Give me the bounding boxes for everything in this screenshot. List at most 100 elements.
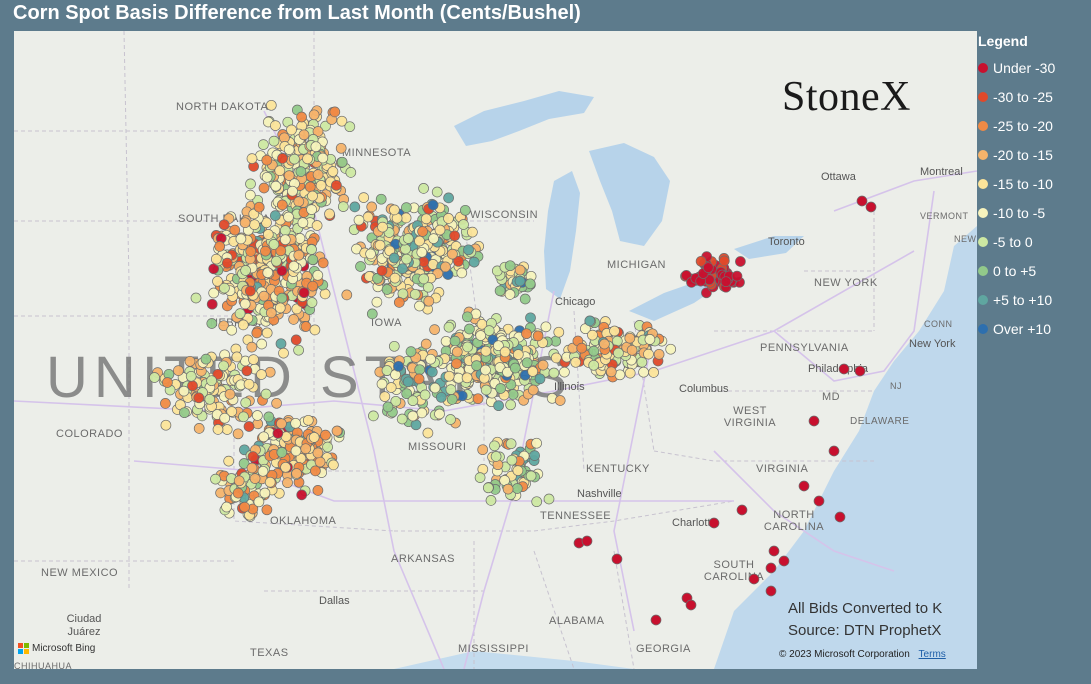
bid-marker[interactable]	[261, 171, 273, 183]
bid-marker[interactable]	[218, 360, 229, 372]
bid-marker[interactable]	[480, 345, 492, 357]
bid-marker[interactable]	[258, 139, 269, 150]
bid-marker[interactable]	[322, 441, 333, 453]
bid-marker[interactable]	[261, 504, 273, 516]
bid-marker[interactable]	[276, 199, 288, 211]
legend-item[interactable]: -25 to -20	[978, 111, 1088, 140]
bid-marker[interactable]	[244, 189, 256, 201]
bid-marker[interactable]	[231, 351, 243, 363]
bid-marker[interactable]	[416, 246, 428, 258]
bid-marker[interactable]	[221, 257, 233, 269]
bid-marker[interactable]	[210, 253, 222, 265]
bid-marker[interactable]	[402, 376, 414, 388]
bid-marker[interactable]	[420, 213, 432, 225]
bid-marker[interactable]	[429, 324, 440, 335]
bid-marker[interactable]	[519, 293, 531, 305]
bid-marker[interactable]	[290, 445, 302, 457]
bid-marker[interactable]	[247, 451, 259, 462]
bid-marker[interactable]	[636, 356, 648, 368]
legend-item[interactable]: -15 to -10	[978, 169, 1088, 198]
bid-marker[interactable]	[521, 357, 533, 369]
bid-marker[interactable]	[277, 153, 288, 164]
bid-marker[interactable]	[315, 180, 327, 191]
bid-marker[interactable]	[531, 437, 542, 449]
bid-marker[interactable]	[736, 504, 748, 516]
bid-marker[interactable]	[249, 473, 261, 484]
bid-marker[interactable]	[505, 399, 516, 411]
bid-marker[interactable]	[393, 360, 404, 372]
bid-marker[interactable]	[308, 109, 320, 121]
bid-marker[interactable]	[297, 217, 309, 229]
bid-marker[interactable]	[765, 585, 777, 597]
legend-item[interactable]: Over +10	[978, 314, 1088, 343]
bid-marker[interactable]	[611, 553, 623, 565]
legend-item[interactable]: -5 to 0	[978, 227, 1088, 256]
bid-marker[interactable]	[379, 391, 391, 402]
bid-marker[interactable]	[417, 226, 428, 237]
bid-marker[interactable]	[429, 382, 441, 394]
bid-marker[interactable]	[264, 476, 276, 488]
bid-marker[interactable]	[463, 244, 474, 256]
bid-marker[interactable]	[385, 382, 397, 393]
bid-marker[interactable]	[246, 462, 258, 474]
bid-marker[interactable]	[401, 253, 412, 265]
bid-marker[interactable]	[304, 181, 316, 193]
bid-marker[interactable]	[232, 428, 244, 440]
bid-marker[interactable]	[278, 347, 289, 359]
bid-marker[interactable]	[414, 235, 425, 247]
bid-marker[interactable]	[407, 395, 419, 407]
bid-marker[interactable]	[443, 321, 455, 333]
bid-marker[interactable]	[653, 348, 665, 360]
bid-marker[interactable]	[244, 285, 256, 297]
bid-marker[interactable]	[184, 355, 196, 367]
bid-marker[interactable]	[206, 298, 218, 310]
bid-marker[interactable]	[435, 391, 447, 403]
bid-marker[interactable]	[366, 308, 378, 320]
legend-item[interactable]: -30 to -25	[978, 82, 1088, 111]
bid-marker[interactable]	[279, 225, 291, 236]
bid-marker[interactable]	[309, 324, 321, 336]
bid-marker[interactable]	[187, 380, 198, 392]
bid-marker[interactable]	[298, 129, 310, 141]
bid-marker[interactable]	[293, 249, 305, 261]
bid-marker[interactable]	[813, 495, 825, 507]
bid-marker[interactable]	[317, 257, 329, 269]
bid-marker[interactable]	[219, 282, 230, 294]
bid-marker[interactable]	[494, 285, 506, 297]
bid-marker[interactable]	[748, 573, 760, 585]
bid-marker[interactable]	[512, 349, 524, 360]
bid-marker[interactable]	[300, 321, 312, 332]
bid-marker[interactable]	[371, 296, 383, 308]
bid-marker[interactable]	[312, 447, 324, 459]
bid-marker[interactable]	[525, 312, 536, 324]
bid-marker[interactable]	[509, 362, 521, 374]
bid-marker[interactable]	[233, 475, 245, 487]
bid-marker[interactable]	[283, 144, 295, 155]
bid-marker[interactable]	[190, 292, 202, 304]
bid-marker[interactable]	[477, 444, 489, 456]
bid-marker[interactable]	[765, 562, 777, 574]
bid-marker[interactable]	[485, 495, 497, 506]
bid-marker[interactable]	[240, 265, 251, 276]
bid-marker[interactable]	[495, 383, 506, 394]
bid-marker[interactable]	[258, 290, 270, 302]
bid-marker[interactable]	[296, 489, 308, 501]
bid-marker[interactable]	[420, 338, 432, 350]
bid-marker[interactable]	[229, 224, 241, 236]
bid-marker[interactable]	[489, 440, 500, 452]
bid-marker[interactable]	[375, 193, 387, 205]
bid-marker[interactable]	[262, 229, 274, 240]
bid-marker[interactable]	[511, 483, 523, 494]
bid-marker[interactable]	[261, 154, 273, 166]
bid-marker[interactable]	[524, 278, 536, 290]
bid-marker[interactable]	[588, 345, 600, 357]
bid-marker[interactable]	[445, 414, 456, 425]
bid-marker[interactable]	[389, 204, 400, 216]
bid-marker[interactable]	[280, 461, 291, 473]
bid-marker[interactable]	[427, 199, 439, 211]
bid-marker[interactable]	[253, 496, 265, 508]
bid-marker[interactable]	[490, 451, 502, 462]
bid-marker[interactable]	[459, 204, 471, 216]
bid-marker[interactable]	[527, 384, 539, 396]
bid-marker[interactable]	[221, 424, 233, 435]
